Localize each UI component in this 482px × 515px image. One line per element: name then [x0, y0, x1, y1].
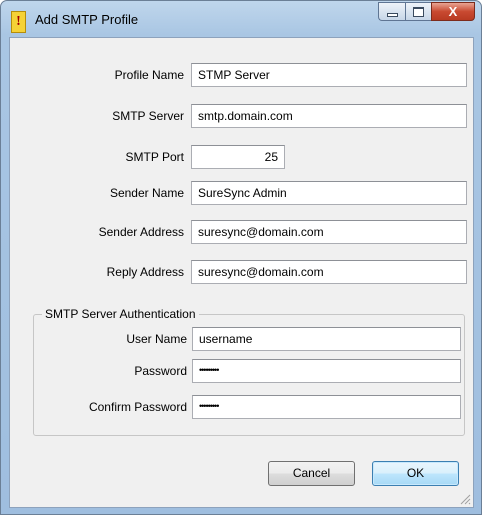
dialog-window: ! Add SMTP Profile X Profile Name STMP S…	[0, 0, 482, 515]
close-button[interactable]: X	[431, 2, 475, 21]
ok-button[interactable]: OK	[372, 461, 459, 486]
password-label: Password	[134, 364, 187, 378]
title-bar[interactable]: ! Add SMTP Profile X	[1, 1, 481, 37]
resize-grip-icon[interactable]	[459, 493, 471, 505]
minimize-icon	[386, 12, 398, 17]
smtp-port-label: SMTP Port	[125, 150, 184, 164]
close-icon: X	[448, 4, 458, 19]
password-field[interactable]: •••••••••	[192, 359, 461, 383]
warning-exclamation-icon: !	[11, 11, 26, 33]
reply-address-label: Reply Address	[106, 265, 184, 279]
reply-address-field[interactable]: suresync@domain.com	[191, 260, 467, 284]
smtp-port-field[interactable]: 25	[191, 145, 285, 169]
smtp-auth-groupbox: SMTP Server Authentication User Name use…	[33, 307, 465, 436]
smtp-server-label: SMTP Server	[112, 109, 184, 123]
caption-buttons: X	[378, 2, 475, 22]
window-title: Add SMTP Profile	[35, 12, 139, 27]
maximize-icon	[413, 6, 424, 17]
sender-name-field[interactable]: SureSync Admin	[191, 181, 467, 205]
maximize-button[interactable]	[405, 2, 431, 21]
confirm-password-field[interactable]: •••••••••	[192, 395, 461, 419]
user-name-field[interactable]: username	[192, 327, 461, 351]
smtp-auth-group-label: SMTP Server Authentication	[42, 307, 199, 321]
dialog-client-area: Profile Name STMP Server SMTP Server smt…	[9, 37, 474, 508]
sender-name-label: Sender Name	[109, 186, 184, 200]
minimize-button[interactable]	[378, 2, 405, 21]
cancel-button[interactable]: Cancel	[268, 461, 355, 486]
user-name-label: User Name	[126, 332, 187, 346]
confirm-password-label: Confirm Password	[88, 400, 187, 414]
smtp-server-field[interactable]: smtp.domain.com	[191, 104, 467, 128]
sender-address-label: Sender Address	[98, 225, 184, 239]
profile-name-field[interactable]: STMP Server	[191, 63, 467, 87]
profile-name-label: Profile Name	[114, 68, 184, 82]
sender-address-field[interactable]: suresync@domain.com	[191, 220, 467, 244]
